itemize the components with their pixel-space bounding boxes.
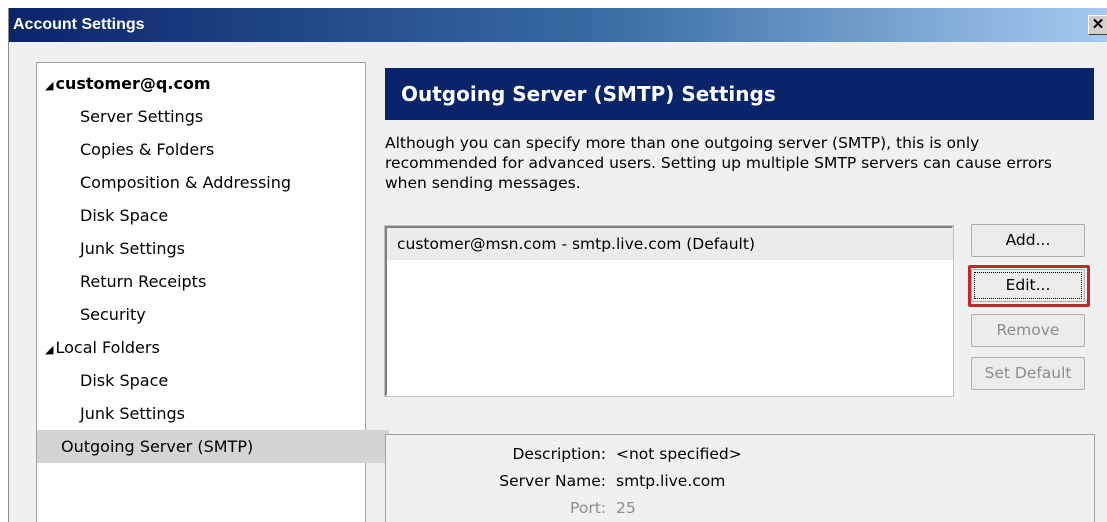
tree-item-account-root[interactable]: ◢ customer@q.com	[37, 67, 373, 100]
tree-item-label: customer@q.com	[55, 74, 211, 93]
tree-item-label: Disk Space	[80, 206, 169, 225]
server-name-value: smtp.live.com	[616, 472, 726, 490]
add-button-label: Add...	[1005, 231, 1051, 249]
smtp-description-text: Although you can specify more than one o…	[385, 134, 1052, 192]
tree-item-label: Copies & Folders	[80, 140, 215, 159]
tree-item-label: Server Settings	[80, 107, 204, 126]
tree-item-local-folders[interactable]: ◢ Local Folders	[37, 331, 373, 364]
tree-item-label: Local Folders	[55, 338, 160, 357]
port-value: 25	[616, 499, 636, 517]
server-details-panel: Description: <not specified> Server Name…	[385, 434, 1095, 522]
account-tree[interactable]: ◢ customer@q.com Server Settings Copies &…	[36, 62, 389, 522]
set-default-button[interactable]: Set Default	[971, 357, 1085, 390]
tree-item-local-disk-space[interactable]: Disk Space	[37, 364, 408, 397]
tree-item-local-junk-settings[interactable]: Junk Settings	[37, 397, 408, 430]
title-bar: Account Settings ✕	[9, 8, 1107, 42]
account-settings-window: Account Settings ✕ ◢ customer@q.com Serve…	[8, 8, 1107, 522]
tree-item-server-settings[interactable]: Server Settings	[37, 100, 408, 133]
remove-button-label: Remove	[996, 321, 1060, 339]
tree-item-disk-space[interactable]: Disk Space	[37, 199, 408, 232]
tree-item-label: Return Receipts	[80, 272, 207, 291]
detail-row-description: Description: <not specified>	[386, 442, 1086, 466]
tree-item-label: Disk Space	[80, 371, 169, 390]
description-label: Description:	[512, 445, 607, 463]
page-title: Outgoing Server (SMTP) Settings	[385, 68, 1094, 120]
expand-triangle-icon: ◢	[45, 343, 54, 356]
tree-item-copies-folders[interactable]: Copies & Folders	[37, 133, 408, 166]
port-label: Port:	[570, 499, 606, 517]
tree-item-label: Composition & Addressing	[80, 173, 292, 192]
edit-button-label: Edit...	[1005, 276, 1051, 294]
tree-item-label: Junk Settings	[80, 404, 185, 423]
tree-item-junk-settings[interactable]: Junk Settings	[37, 232, 408, 265]
tree-item-security[interactable]: Security	[37, 298, 408, 331]
smtp-server-row[interactable]: customer@msn.com - smtp.live.com (Defaul…	[387, 228, 953, 260]
smtp-server-list[interactable]: customer@msn.com - smtp.live.com (Defaul…	[384, 225, 954, 397]
close-button[interactable]: ✕	[1088, 15, 1107, 35]
tree-item-label: Security	[80, 305, 146, 324]
window-title: Account Settings	[13, 16, 145, 33]
tree-item-label: Outgoing Server (SMTP)	[61, 437, 254, 456]
remove-button[interactable]: Remove	[971, 314, 1085, 347]
server-name-label: Server Name:	[499, 472, 606, 490]
add-button[interactable]: Add...	[971, 224, 1085, 257]
tree-item-composition-addressing[interactable]: Composition & Addressing	[37, 166, 408, 199]
set-default-button-label: Set Default	[984, 364, 1072, 382]
detail-row-server-name: Server Name: smtp.live.com	[386, 469, 1086, 493]
expand-triangle-icon: ◢	[45, 79, 54, 92]
tree-item-outgoing-server[interactable]: Outgoing Server (SMTP)	[37, 430, 389, 463]
detail-row-port: Port: 25	[386, 496, 1086, 520]
description-value: <not specified>	[616, 445, 742, 463]
tree-item-return-receipts[interactable]: Return Receipts	[37, 265, 408, 298]
edit-button[interactable]: Edit...	[971, 269, 1085, 302]
tree-item-label: Junk Settings	[80, 239, 185, 258]
